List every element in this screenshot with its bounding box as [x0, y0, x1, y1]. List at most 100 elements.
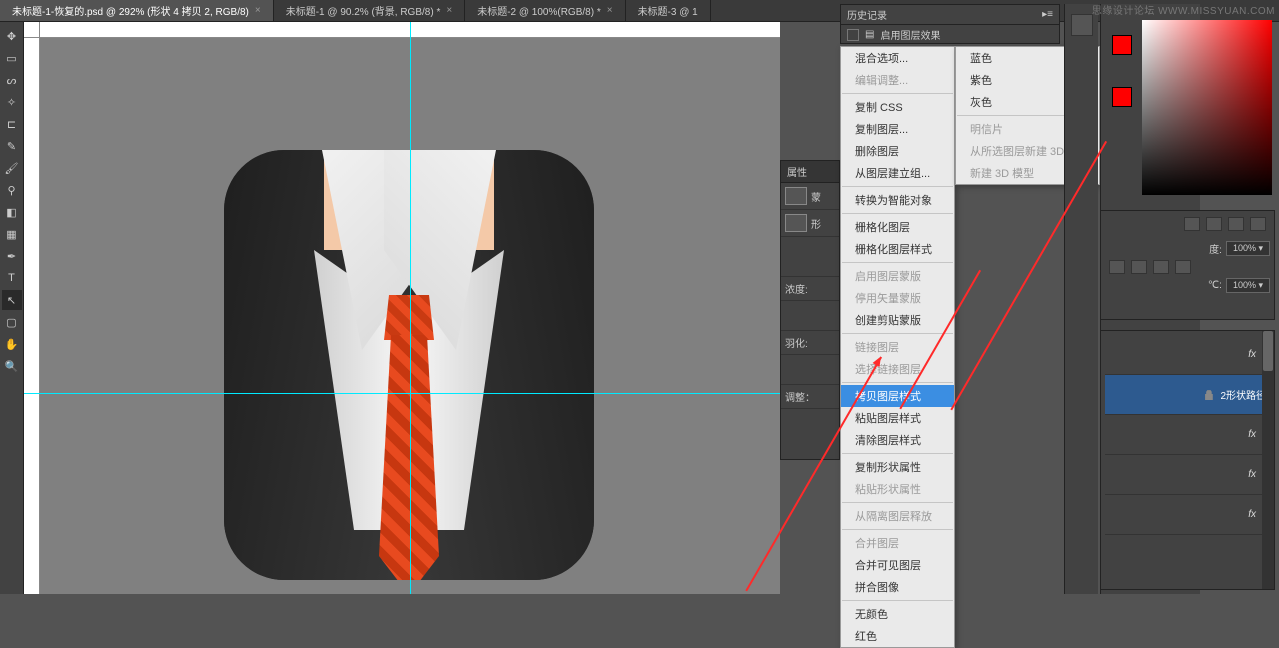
zoom-tool-icon[interactable]: 🔍	[2, 356, 22, 376]
tab-doc-2[interactable]: 未标题-1 @ 90.2% (背景, RGB/8) * ×	[274, 0, 465, 21]
tie-knot	[384, 295, 434, 340]
panel-tab-icon[interactable]	[1184, 217, 1200, 231]
menu-item[interactable]: 复制图层...	[841, 118, 954, 140]
fx-badge: fx	[1248, 429, 1256, 440]
shape-thumb-icon[interactable]	[785, 214, 807, 232]
layers-panel: fx▸2形状路径fx▸fx▸fx▸	[1100, 330, 1275, 590]
scroll-thumb[interactable]	[1263, 331, 1273, 371]
menu-item: 选择链接图层	[841, 358, 954, 380]
layer-label: 2形状路径	[1220, 387, 1266, 402]
checkbox-icon[interactable]	[847, 29, 859, 41]
fx-badge: fx	[1248, 349, 1256, 360]
menu-item[interactable]: 红色	[841, 625, 954, 647]
menu-item: 合并图层	[841, 532, 954, 554]
close-icon[interactable]: ×	[607, 5, 613, 16]
menu-item[interactable]: 转换为智能对象	[841, 189, 954, 211]
panel-menu-icon[interactable]: ▸≡	[1042, 9, 1053, 20]
menu-item[interactable]: 栅格化图层	[841, 216, 954, 238]
type-tool-icon[interactable]: T	[2, 268, 22, 288]
menu-item[interactable]: 混合选项...	[841, 47, 954, 69]
guide-vertical[interactable]	[410, 22, 411, 594]
panel-tab-icon[interactable]	[1206, 217, 1222, 231]
menu-item: 粘贴形状属性	[841, 478, 954, 500]
eyedropper-tool-icon[interactable]: ✎	[2, 136, 22, 156]
gradient-tool-icon[interactable]: ▦	[2, 224, 22, 244]
tab-doc-3[interactable]: 未标题-2 @ 100%(RGB/8) * ×	[465, 0, 625, 21]
stamp-tool-icon[interactable]: ⚲	[2, 180, 22, 200]
artwork-container	[69, 50, 780, 594]
menu-separator	[842, 93, 953, 94]
menu-item[interactable]: 从图层建立组...	[841, 162, 954, 184]
ruler-vertical[interactable]	[24, 38, 40, 594]
layer-row[interactable]: fx▸	[1105, 335, 1270, 375]
lock-all-icon[interactable]	[1175, 260, 1191, 274]
menu-item[interactable]: 复制 CSS	[841, 96, 954, 118]
tab-doc-4[interactable]: 未标题-3 @ 1	[626, 0, 711, 21]
pen-tool-icon[interactable]: ✒	[2, 246, 22, 266]
shape-tool-icon[interactable]: ▢	[2, 312, 22, 332]
opacity-label: 度:	[1209, 241, 1222, 256]
feather-label: 羽化:	[785, 335, 808, 350]
fx-badge: fx	[1248, 469, 1256, 480]
menu-item: 编辑调整...	[841, 69, 954, 91]
color-picker-ramp[interactable]	[1142, 20, 1272, 195]
lock-transparent-icon[interactable]	[1109, 260, 1125, 274]
layer-row[interactable]: 2形状路径	[1105, 375, 1270, 415]
marquee-tool-icon[interactable]: ▭	[2, 48, 22, 68]
menu-item[interactable]: 创建剪贴蒙版	[841, 309, 954, 331]
path-tool-icon[interactable]: ↖	[2, 290, 22, 310]
canvas[interactable]	[24, 22, 780, 594]
background-color-swatch[interactable]	[1112, 87, 1132, 107]
menu-item[interactable]: 栅格化图层样式	[841, 238, 954, 260]
fx-badge: fx	[1248, 509, 1256, 520]
history-panel-title[interactable]: 历史记录	[847, 7, 887, 22]
menu-item[interactable]: 无颜色	[841, 603, 954, 625]
tab-doc-1[interactable]: 未标题-1-恢复的.psd @ 292% (形状 4 拷贝 2, RGB/8) …	[0, 0, 274, 21]
lasso-tool-icon[interactable]: ᔕ	[2, 70, 22, 90]
move-tool-icon[interactable]: ✥	[2, 26, 22, 46]
menu-item[interactable]: 合并可见图层	[841, 554, 954, 576]
panel-tab-icon[interactable]	[1228, 217, 1244, 231]
menu-item: 从隔离图层释放	[841, 505, 954, 527]
menu-separator	[842, 262, 953, 263]
attributes-panel-title[interactable]: 属性	[781, 161, 839, 183]
menu-item[interactable]: 删除图层	[841, 140, 954, 162]
brush-tool-icon[interactable]: 🖌	[2, 158, 22, 178]
fill-dropdown[interactable]: 100% ▾	[1226, 278, 1270, 293]
wand-tool-icon[interactable]: ✧	[2, 92, 22, 112]
panel-tab-icon[interactable]	[1250, 217, 1266, 231]
panel-icon[interactable]	[1071, 14, 1093, 36]
mask-label: 蒙	[811, 189, 821, 204]
tab-label: 未标题-1 @ 90.2% (背景, RGB/8) *	[286, 3, 441, 18]
menu-separator	[842, 382, 953, 383]
tab-label: 未标题-1-恢复的.psd @ 292% (形状 4 拷贝 2, RGB/8)	[12, 3, 249, 18]
close-icon[interactable]: ×	[255, 5, 261, 16]
menu-separator	[842, 333, 953, 334]
lock-position-icon[interactable]	[1153, 260, 1169, 274]
menu-item[interactable]: 清除图层样式	[841, 429, 954, 451]
menu-item: 启用图层蒙版	[841, 265, 954, 287]
layer-row[interactable]: fx▸	[1105, 455, 1270, 495]
menu-item[interactable]: 拼合图像	[841, 576, 954, 598]
hand-tool-icon[interactable]: ✋	[2, 334, 22, 354]
guide-horizontal[interactable]	[24, 393, 780, 394]
fill-label: ℃:	[1208, 280, 1222, 291]
opacity-panel: 度: 100% ▾ ℃: 100% ▾	[1100, 210, 1275, 320]
history-item[interactable]: ▤ 启用图层效果	[841, 25, 1059, 44]
layer-row[interactable]: fx▸	[1105, 415, 1270, 455]
lock-pixels-icon[interactable]	[1131, 260, 1147, 274]
opacity-dropdown[interactable]: 100% ▾	[1226, 241, 1270, 256]
layer-row[interactable]: fx▸	[1105, 495, 1270, 535]
menu-separator	[842, 502, 953, 503]
menu-item[interactable]: 复制形状属性	[841, 456, 954, 478]
crop-tool-icon[interactable]: ⊏	[2, 114, 22, 134]
history-step-icon: ▤	[865, 29, 874, 40]
menu-item[interactable]: 粘贴图层样式	[841, 407, 954, 429]
scrollbar[interactable]	[1262, 331, 1274, 589]
menu-separator	[842, 186, 953, 187]
foreground-color-swatch[interactable]	[1112, 35, 1132, 55]
close-icon[interactable]: ×	[446, 5, 452, 16]
eraser-tool-icon[interactable]: ◧	[2, 202, 22, 222]
mask-thumb-icon[interactable]	[785, 187, 807, 205]
history-item-label: 启用图层效果	[880, 27, 940, 42]
